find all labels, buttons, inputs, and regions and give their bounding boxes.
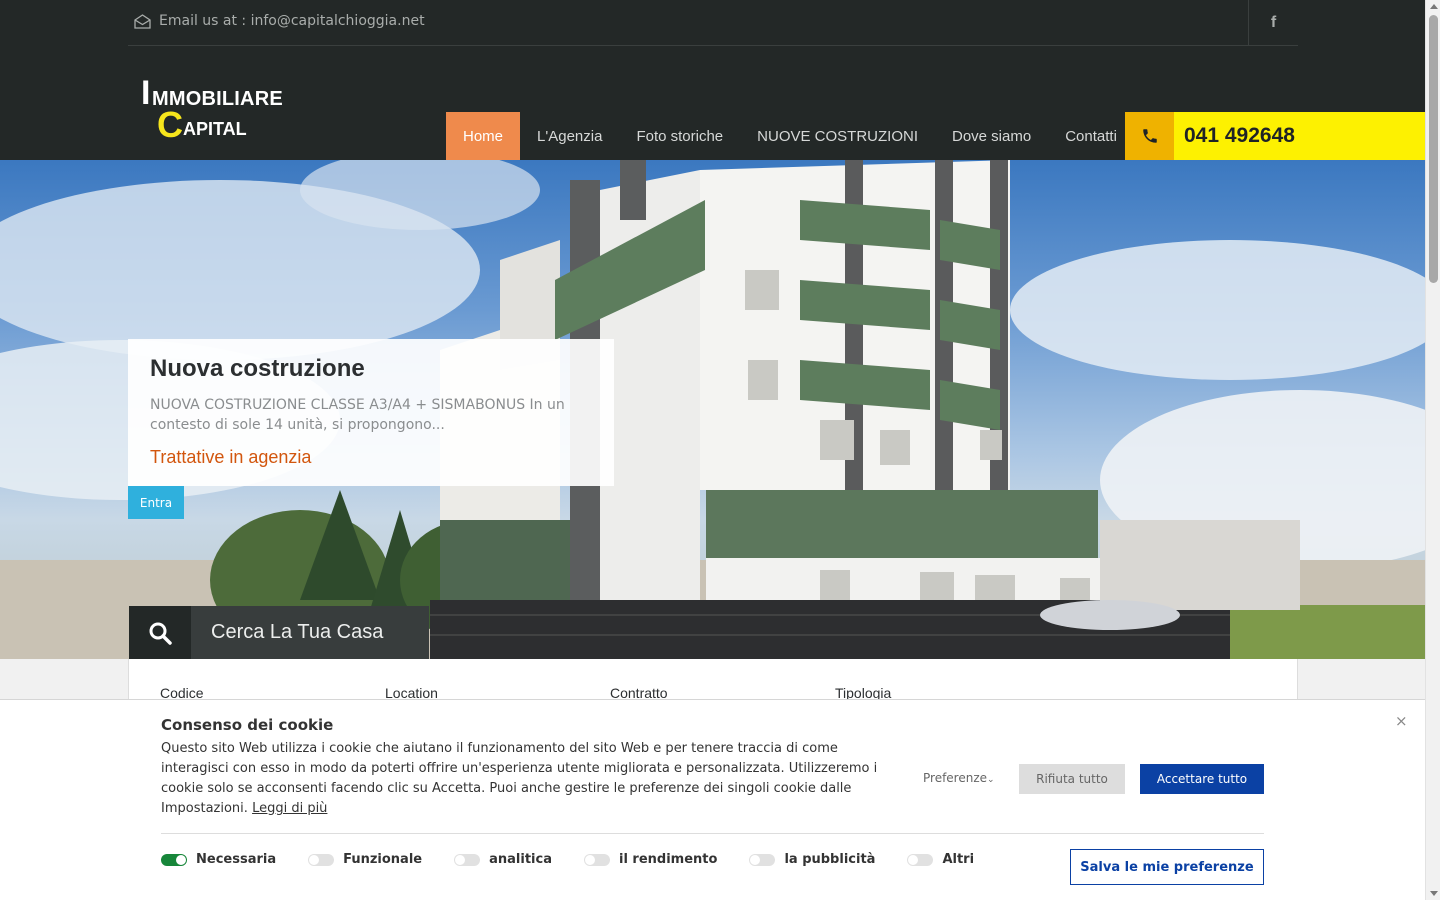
- close-icon[interactable]: ×: [1395, 712, 1408, 730]
- page-scrollbar[interactable]: [1425, 0, 1440, 900]
- toggle-label: Necessaria: [196, 852, 277, 867]
- scroll-up-icon[interactable]: [1430, 4, 1438, 9]
- hero-title[interactable]: Nuova costruzione: [150, 355, 592, 383]
- toggle-switch: [907, 853, 934, 866]
- toggle-label: Altri: [942, 852, 975, 867]
- hero-price: Trattative in agenzia: [150, 447, 312, 467]
- nav-item-nuove-costruzioni[interactable]: NUOVE COSTRUZIONI: [740, 112, 935, 160]
- preferences-label: Preferenze: [923, 771, 988, 785]
- email-text: Email us at : info@capitalchioggia.net: [159, 13, 425, 29]
- search-title: Cerca La Tua Casa: [191, 606, 429, 659]
- scrollbar-thumb[interactable]: [1429, 15, 1438, 283]
- hero-slider: Nuova costruzione NUOVA COSTRUZIONE CLAS…: [0, 160, 1425, 659]
- main-nav: Home L'Agenzia Foto storiche NUOVE COSTR…: [446, 112, 1134, 160]
- facebook-icon: f: [1270, 14, 1277, 31]
- facebook-link[interactable]: f: [1248, 0, 1298, 46]
- logo[interactable]: I MMOBILIARE C APITAL: [141, 74, 291, 146]
- scroll-down-icon[interactable]: [1430, 891, 1438, 896]
- toggle-altri[interactable]: Altri: [907, 852, 974, 867]
- phone-icon: [1125, 112, 1174, 160]
- toggle-switch: [583, 853, 610, 866]
- nav-item-agenzia[interactable]: L'Agenzia: [520, 112, 619, 160]
- save-preferences-button[interactable]: Salva le mie preferenze: [1070, 849, 1264, 885]
- toggle-label: la pubblicità: [784, 852, 876, 867]
- preferences-dropdown[interactable]: Preferenze⌄: [923, 771, 995, 785]
- chevron-down-icon: ⌄: [987, 775, 995, 785]
- phone-contact[interactable]: 041 492648: [1125, 112, 1425, 160]
- toggle-analitica[interactable]: analitica: [454, 852, 552, 867]
- search-header: Cerca La Tua Casa: [129, 606, 429, 659]
- toggle-label: analitica: [489, 852, 552, 867]
- cookie-consent-banner: Consenso dei cookie Questo sito Web util…: [0, 699, 1425, 900]
- nav-item-dove-siamo[interactable]: Dove siamo: [935, 112, 1048, 160]
- envelope-icon: [134, 13, 151, 29]
- toggle-switch: [161, 853, 187, 866]
- toggle-pubblicita[interactable]: la pubblicità: [749, 852, 875, 867]
- toggle-label: Funzionale: [343, 852, 423, 867]
- email-contact[interactable]: Email us at : info@capitalchioggia.net: [134, 13, 425, 29]
- site-header: Email us at : info@capitalchioggia.net f…: [0, 0, 1425, 160]
- hero-description: NUOVA COSTRUZIONE CLASSE A3/A4 + SISMABO…: [150, 397, 565, 433]
- toggle-switch: [308, 853, 335, 866]
- enter-button[interactable]: Entra: [128, 486, 184, 519]
- toggle-switch: [454, 853, 481, 866]
- toggle-label: il rendimento: [618, 852, 718, 867]
- toggle-switch: [749, 853, 776, 866]
- logo-line-2: APITAL: [183, 119, 247, 139]
- cookie-text: Questo sito Web utilizza i cookie che ai…: [161, 739, 891, 819]
- logo-letter-c: C: [157, 104, 183, 145]
- reject-all-button[interactable]: Rifiuta tutto: [1019, 764, 1125, 794]
- cookie-read-more-link[interactable]: Leggi di più: [252, 801, 327, 816]
- phone-number: 041 492648: [1184, 124, 1295, 147]
- logo-letter-i: I: [141, 74, 151, 112]
- cookie-divider: [161, 833, 1264, 834]
- toggle-rendimento[interactable]: il rendimento: [583, 852, 718, 867]
- top-info-bar: Email us at : info@capitalchioggia.net f: [128, 0, 1298, 46]
- cookie-toggles: Necessaria Funzionale analitica il rendi…: [161, 852, 1006, 867]
- toggle-funzionale[interactable]: Funzionale: [308, 852, 422, 867]
- nav-item-home[interactable]: Home: [446, 112, 521, 160]
- nav-item-foto-storiche[interactable]: Foto storiche: [619, 112, 740, 160]
- cookie-title: Consenso dei cookie: [161, 716, 334, 734]
- hero-caption: Nuova costruzione NUOVA COSTRUZIONE CLAS…: [128, 339, 614, 486]
- toggle-necessaria[interactable]: Necessaria: [161, 852, 276, 867]
- nav-item-contatti[interactable]: Contatti: [1048, 112, 1134, 160]
- accept-all-button[interactable]: Accettare tutto: [1140, 764, 1264, 794]
- search-icon: [129, 606, 191, 659]
